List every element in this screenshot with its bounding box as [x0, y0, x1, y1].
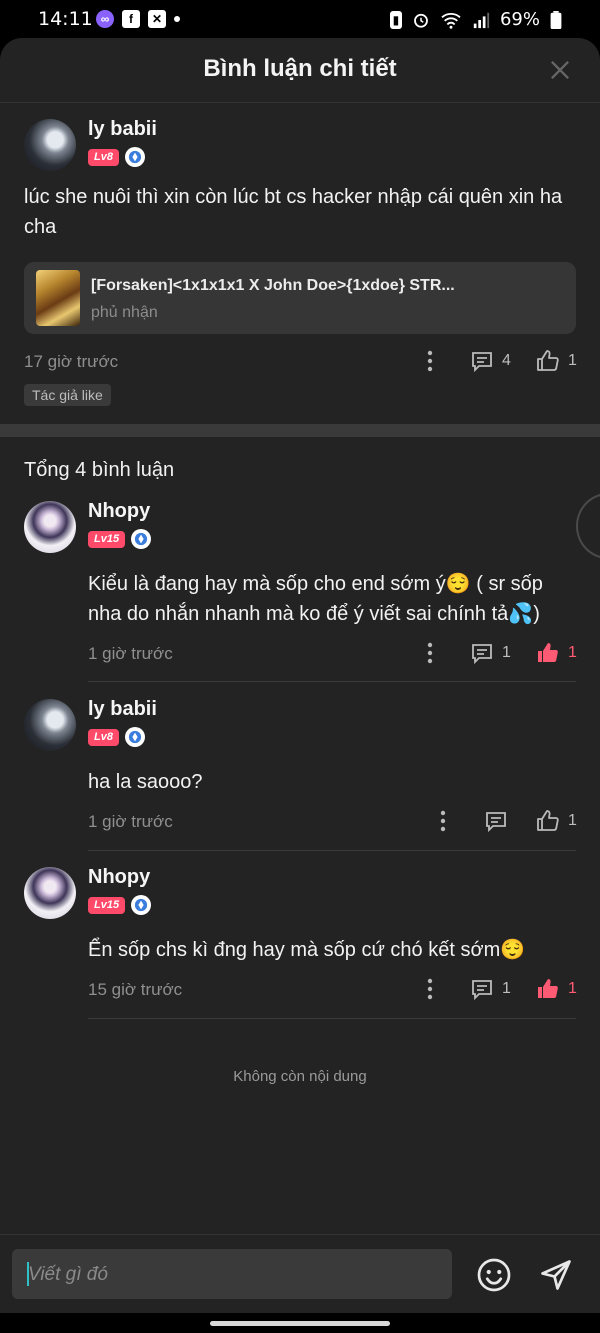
verified-icon: [131, 895, 152, 915]
scroll-handle[interactable]: [576, 493, 600, 559]
comment-text: Ển sốp chs kì đng hay mà sốp cứ chó kết …: [88, 939, 526, 961]
status-left-icons: ∞ f ✕: [96, 10, 180, 28]
comment-input-bar: [0, 1234, 600, 1313]
quoted-post[interactable]: [Forsaken]<1x1x1x1 X John Doe>{1xdoe} ST…: [24, 262, 576, 334]
comment-detail-sheet: Bình luận chi tiết ly babii Lv8 lúc she …: [0, 38, 600, 1313]
thumbs-up-filled-icon: [536, 641, 560, 665]
comment-time: 1 giờ trước: [88, 644, 173, 663]
reply-count: 1: [502, 980, 511, 997]
level-badge: Lv8: [88, 148, 119, 166]
like-button[interactable]: 1: [536, 809, 577, 833]
user-badges: Lv15: [88, 529, 152, 549]
verified-icon: [131, 529, 152, 549]
like-count: 1: [568, 980, 577, 997]
comment-text: lúc she nuôi thì xin còn lúc bt cs hacke…: [24, 186, 563, 238]
battery-saver-icon: ▮: [389, 10, 402, 29]
status-right-icons: ▮ 69%: [389, 9, 562, 30]
close-icon[interactable]: [546, 56, 574, 84]
avatar[interactable]: [24, 501, 76, 553]
signal-icon: [473, 12, 490, 28]
section-divider: [0, 424, 600, 437]
quoted-post-title: [Forsaken]<1x1x1x1 X John Doe>{1xdoe} ST…: [91, 277, 455, 294]
reply-button[interactable]: 1: [470, 641, 511, 665]
like-count: 1: [568, 644, 577, 661]
more-options-icon[interactable]: [427, 350, 433, 372]
battery-percent: 69%: [499, 9, 540, 30]
status-time: 14:11: [38, 8, 93, 30]
comment-time: 17 giờ trước: [24, 352, 119, 371]
comment-username[interactable]: Nhopy: [88, 500, 150, 523]
reply-count: 1: [502, 644, 511, 661]
like-button[interactable]: 1: [536, 349, 577, 373]
send-icon[interactable]: [538, 1257, 574, 1293]
comment-input[interactable]: [26, 1249, 440, 1301]
status-bar: 14:11 ∞ f ✕ ▮ 69%: [0, 0, 600, 38]
level-badge: Lv15: [88, 896, 126, 914]
home-indicator[interactable]: [210, 1321, 390, 1326]
avatar[interactable]: [24, 867, 76, 919]
row-divider: [88, 1018, 576, 1019]
messenger-icon: ∞: [96, 10, 114, 28]
comment-time: 15 giờ trước: [88, 980, 183, 999]
more-options-icon[interactable]: [440, 810, 446, 832]
row-divider: [88, 850, 576, 851]
comment-icon: [470, 977, 494, 1001]
level-badge: Lv15: [88, 530, 126, 548]
comment-username[interactable]: ly babii: [88, 118, 157, 141]
verified-icon: [124, 727, 145, 747]
row-divider: [88, 681, 576, 682]
comment-icon: [470, 641, 494, 665]
reply-button[interactable]: 4: [470, 349, 511, 373]
quoted-post-subtitle: phủ nhận: [91, 304, 158, 321]
emoji-icon[interactable]: [476, 1257, 512, 1293]
replies-count-header: Tổng 4 bình luận: [24, 459, 175, 481]
comment-username[interactable]: Nhopy: [88, 866, 150, 889]
comment-username[interactable]: ly babii: [88, 698, 157, 721]
author-liked-tag: Tác giả like: [24, 384, 111, 406]
page-title: Bình luận chi tiết: [203, 55, 397, 82]
thumbs-up-icon: [536, 809, 560, 833]
thumbs-up-icon: [536, 349, 560, 373]
avatar[interactable]: [24, 119, 76, 171]
battery-icon: [550, 10, 562, 29]
facebook-icon: f: [122, 10, 140, 28]
dot-icon: [174, 16, 180, 22]
user-badges: Lv8: [88, 727, 145, 747]
comment-time: 1 giờ trước: [88, 812, 173, 831]
system-nav-bar: [0, 1313, 600, 1333]
end-of-list-text: Không còn nội dung: [233, 1068, 367, 1085]
like-button[interactable]: 1: [536, 641, 577, 665]
reply-button[interactable]: 1: [470, 977, 511, 1001]
user-badges: Lv15: [88, 895, 152, 915]
like-count: 1: [568, 812, 577, 829]
wifi-icon: [441, 12, 461, 29]
comment-icon: [484, 809, 508, 833]
post-thumbnail: [36, 270, 80, 326]
comment-input-container: [12, 1249, 452, 1301]
more-options-icon[interactable]: [427, 978, 433, 1000]
comment-text: Kiểu là đang hay mà sốp cho end sớm ý😌 (…: [88, 573, 543, 625]
verified-icon: [124, 147, 145, 167]
thumbs-up-filled-icon: [536, 977, 560, 1001]
like-count: 1: [568, 352, 577, 369]
reply-count: 4: [502, 352, 511, 369]
like-button[interactable]: 1: [536, 977, 577, 1001]
avatar[interactable]: [24, 699, 76, 751]
alarm-icon: [414, 13, 428, 28]
comment-text: ha la saooo?: [88, 771, 203, 793]
reply-button[interactable]: [484, 809, 508, 833]
comment-icon: [470, 349, 494, 373]
user-badges: Lv8: [88, 147, 145, 167]
sheet-header: Bình luận chi tiết: [0, 38, 600, 103]
more-options-icon[interactable]: [427, 642, 433, 664]
level-badge: Lv8: [88, 728, 119, 746]
capcut-icon: ✕: [148, 10, 166, 28]
